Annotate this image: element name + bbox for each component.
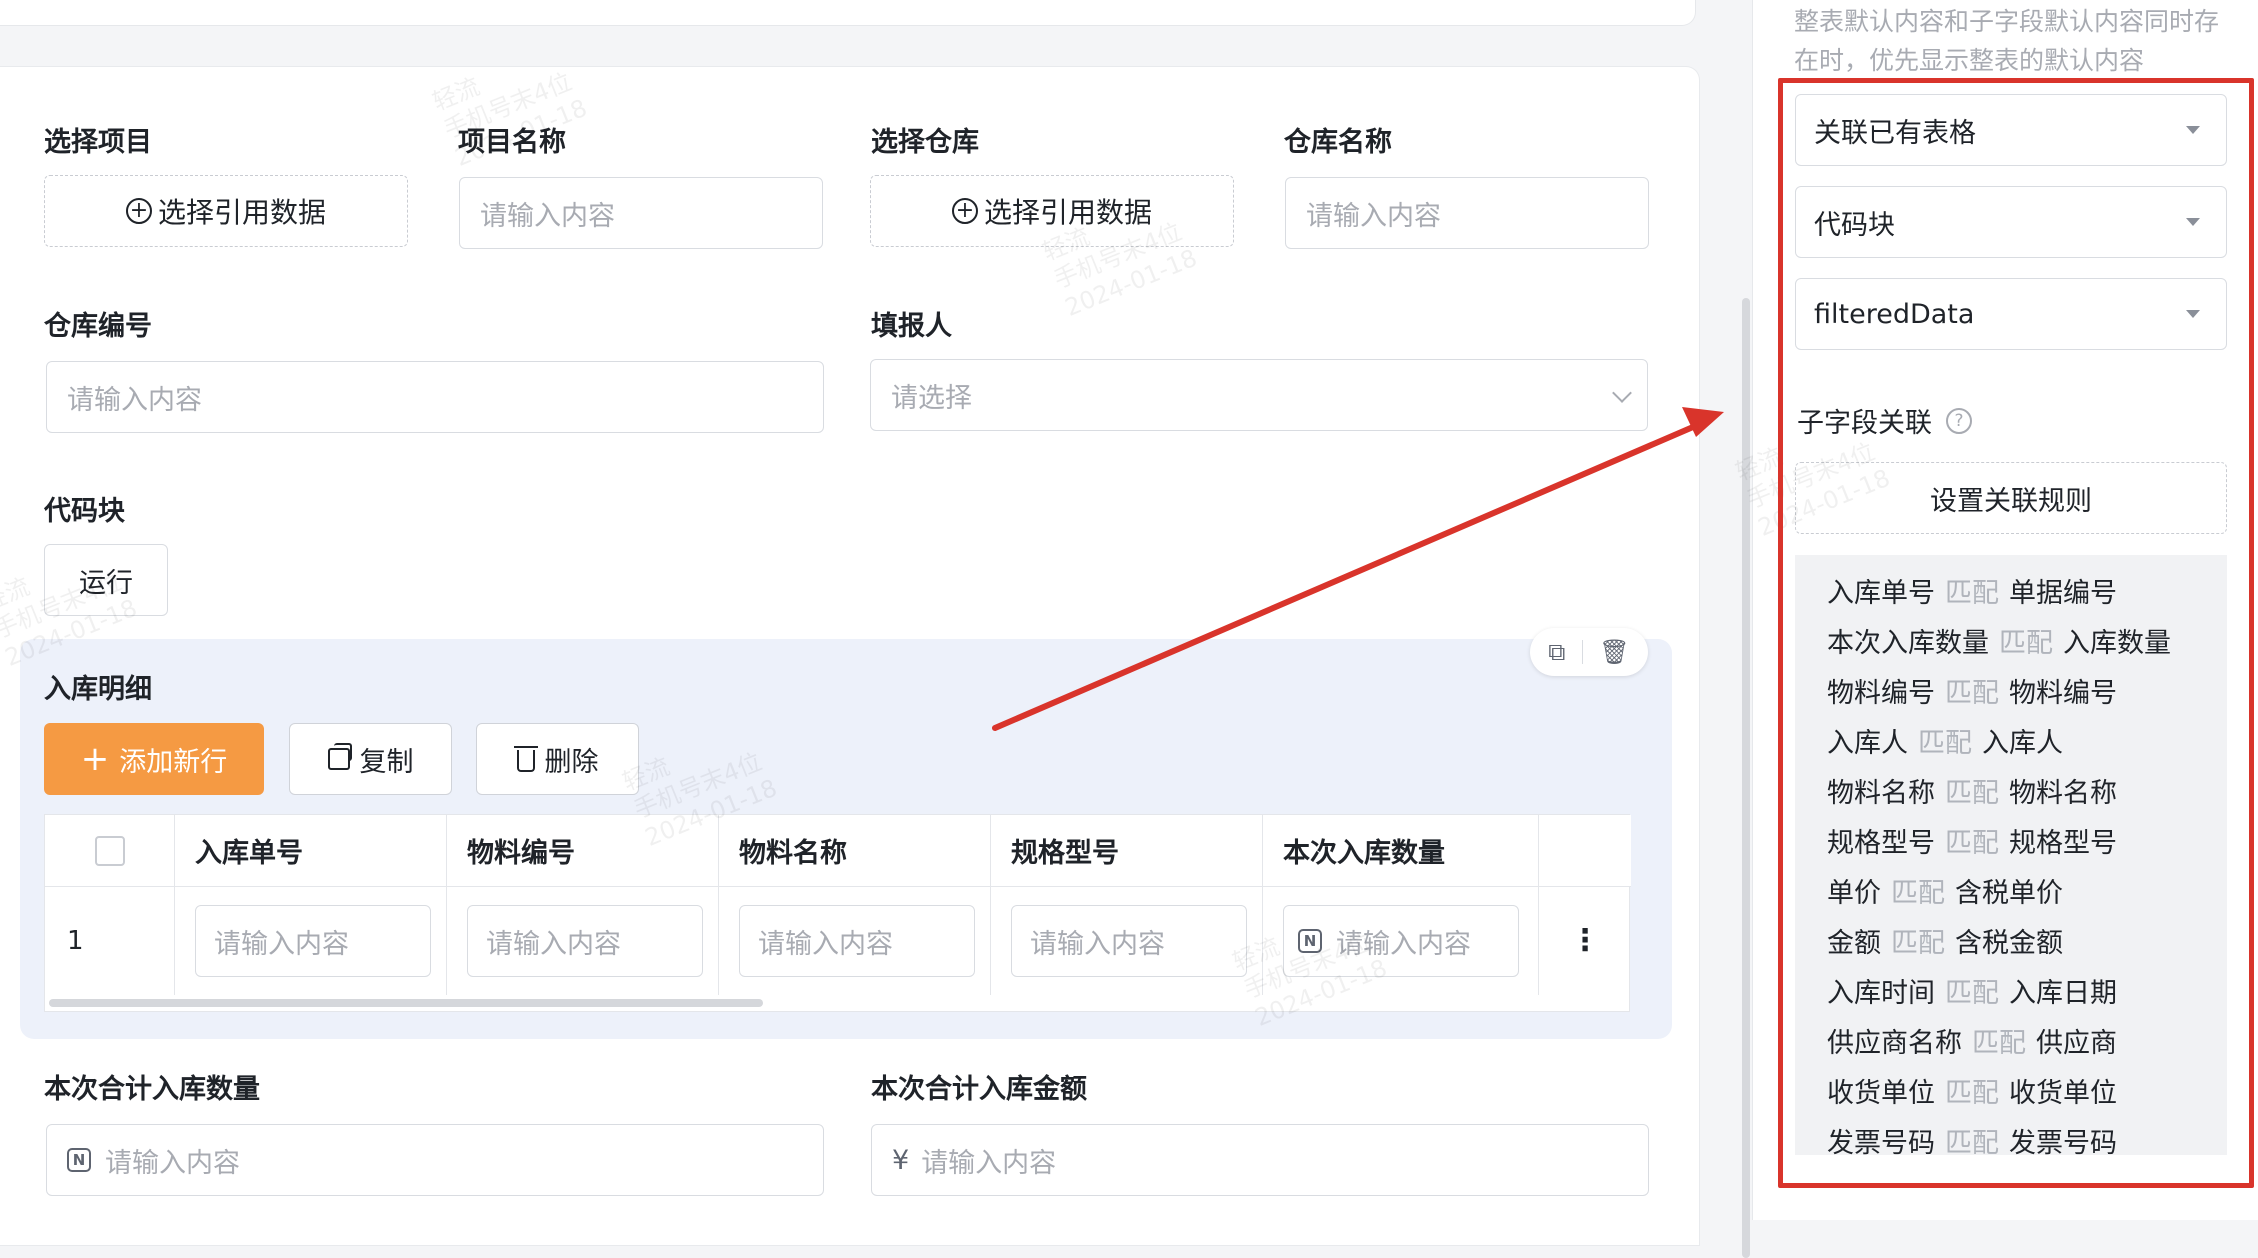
- horizontal-scrollbar[interactable]: [49, 999, 763, 1007]
- select-all-cell: [45, 815, 175, 887]
- plus-icon: +: [80, 739, 110, 779]
- trash-icon: [513, 746, 538, 772]
- total-qty-label: 本次合计入库数量: [44, 1074, 260, 1105]
- add-circle-icon: +: [951, 198, 978, 224]
- column-header[interactable]: 规格型号: [991, 815, 1263, 887]
- cell-placeholder: 请输入内容: [758, 928, 893, 960]
- total-amount-label: 本次合计入库金额: [871, 1074, 1087, 1105]
- cell-input[interactable]: 请输入内容: [739, 905, 975, 977]
- table-cell: 请输入内容: [719, 887, 991, 995]
- add-row-label: 添加新行: [119, 746, 228, 778]
- warehouse-no-input[interactable]: 请输入内容: [46, 361, 824, 433]
- copy-icon: [327, 743, 352, 770]
- cell-input[interactable]: 请输入内容: [1011, 905, 1247, 977]
- select-warehouse-label: 选择仓库: [871, 127, 979, 158]
- subtable-title: 入库明细: [44, 674, 152, 705]
- delete-button-label: 删除: [544, 746, 599, 778]
- more-vertical-icon[interactable]: ⋮: [1570, 926, 1600, 956]
- total-amount-placeholder: 请输入内容: [921, 1147, 1057, 1179]
- project-name-input[interactable]: 请输入内容: [459, 177, 823, 249]
- trash-icon[interactable]: 🗑: [1599, 638, 1629, 666]
- warehouse-name-label: 仓库名称: [1284, 127, 1392, 158]
- copy-icon[interactable]: ⧉: [1548, 638, 1565, 666]
- chevron-down-icon: [1612, 383, 1632, 403]
- select-all-checkbox[interactable]: [94, 835, 125, 866]
- column-header[interactable]: 本次入库数量: [1263, 815, 1539, 887]
- add-circle-icon: +: [125, 198, 152, 224]
- add-row-button[interactable]: + 添加新行: [44, 723, 264, 795]
- cell-placeholder: 请输入内容: [1030, 928, 1165, 960]
- table-cell: 请输入内容: [175, 887, 447, 995]
- reporter-label: 填报人: [871, 311, 952, 342]
- currency-icon: ¥: [892, 1144, 910, 1176]
- row-actions: ⋮: [1539, 887, 1631, 995]
- copy-button[interactable]: 复制: [289, 723, 452, 795]
- select-project-button-label: 选择引用数据: [157, 196, 326, 229]
- warehouse-no-label: 仓库编号: [44, 311, 152, 342]
- default-content-hint: 整表默认内容和子字段默认内容同时存在时，优先显示整表的默认内容: [1794, 7, 2220, 75]
- top-card: [0, 0, 1696, 26]
- main-scrollbar[interactable]: [1742, 298, 1750, 1258]
- form-area: 选择项目 + 选择引用数据 项目名称 请输入内容 选择仓库 + 选择引用数据 仓…: [0, 0, 1720, 1246]
- table-cell: 请输入内容: [447, 887, 719, 995]
- reporter-select[interactable]: 请选择: [870, 359, 1648, 431]
- reporter-placeholder: 请选择: [891, 382, 972, 414]
- copy-button-label: 复制: [359, 746, 414, 778]
- column-header[interactable]: 入库单号: [175, 815, 447, 887]
- subtable-toolbar: ⧉ 🗑: [1530, 628, 1648, 676]
- cell-placeholder: 请输入内容: [486, 928, 621, 960]
- delete-button[interactable]: 删除: [476, 723, 639, 795]
- annotation-highlight-box: [1778, 78, 2254, 1188]
- toolbar-divider: [1581, 640, 1583, 664]
- cell-input[interactable]: 请输入内容: [467, 905, 703, 977]
- cell-placeholder: 请输入内容: [214, 928, 349, 960]
- warehouse-name-placeholder: 请输入内容: [1306, 200, 1441, 232]
- total-qty-input[interactable]: N 请输入内容: [46, 1124, 824, 1196]
- select-project-button[interactable]: + 选择引用数据: [44, 175, 408, 247]
- select-project-label: 选择项目: [44, 127, 152, 158]
- project-name-placeholder: 请输入内容: [480, 200, 615, 232]
- table-cell: 请输入内容: [991, 887, 1263, 995]
- row-index: 1: [45, 887, 175, 995]
- actions-header: [1539, 815, 1631, 887]
- warehouse-name-input[interactable]: 请输入内容: [1285, 177, 1649, 249]
- codeblock-label: 代码块: [44, 496, 125, 527]
- subtable-grid: 入库单号 物料编号 物料名称 规格型号 本次入库数量 1 请输入内容 请输入内容…: [44, 814, 1631, 1012]
- warehouse-no-placeholder: 请输入内容: [67, 384, 202, 416]
- total-amount-input[interactable]: ¥ 请输入内容: [871, 1124, 1649, 1196]
- column-header[interactable]: 物料名称: [719, 815, 991, 887]
- total-qty-placeholder: 请输入内容: [105, 1147, 240, 1179]
- number-icon: N: [67, 1148, 91, 1172]
- cell-input[interactable]: 请输入内容: [195, 905, 431, 977]
